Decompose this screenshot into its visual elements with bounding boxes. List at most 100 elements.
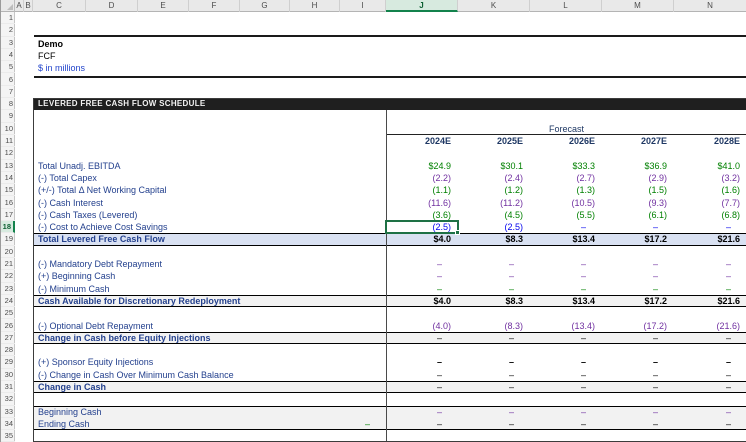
value-cell[interactable]: – — [674, 283, 746, 295]
row-label-cell[interactable]: (-) Cash Taxes (Levered) — [38, 209, 384, 221]
column-header-B[interactable]: B — [24, 0, 33, 12]
value-cell[interactable]: – — [602, 270, 674, 282]
row-header-5[interactable]: 5 — [1, 61, 15, 73]
value-cell[interactable]: $17.2 — [602, 233, 674, 245]
value-cell[interactable]: – — [674, 418, 746, 430]
value-cell[interactable]: – — [386, 356, 458, 368]
row-label-cell[interactable]: Cash Available for Discretionary Redeplo… — [38, 295, 384, 307]
value-cell[interactable]: – — [530, 283, 602, 295]
value-cell[interactable]: – — [674, 369, 746, 381]
value-cell[interactable]: (6.1) — [602, 209, 674, 221]
row-header-2[interactable]: 2 — [1, 24, 15, 36]
row-label-cell[interactable]: (-) Change in Cash Over Minimum Cash Bal… — [38, 369, 384, 381]
column-header-N[interactable]: N — [674, 0, 746, 12]
value-cell[interactable]: (1.3) — [530, 184, 602, 196]
value-cell[interactable]: – — [674, 270, 746, 282]
value-cell[interactable]: – — [530, 258, 602, 270]
row-header-9[interactable]: 9 — [1, 110, 15, 122]
row-header-25[interactable]: 25 — [1, 307, 15, 319]
row-label-cell[interactable]: (-) Cash Interest — [38, 197, 384, 209]
value-cell[interactable]: (8.3) — [458, 320, 530, 332]
year-header-cell[interactable]: 2024E — [386, 135, 458, 147]
value-cell[interactable]: – — [530, 418, 602, 430]
column-header-E[interactable]: E — [138, 0, 189, 12]
value-cell[interactable]: – — [386, 332, 458, 344]
value-cell[interactable]: (1.1) — [386, 184, 458, 196]
value-cell[interactable]: – — [530, 381, 602, 393]
value-cell[interactable]: (1.5) — [602, 184, 674, 196]
row-header-13[interactable]: 13 — [1, 160, 15, 172]
column-header-L[interactable]: L — [530, 0, 602, 12]
row-header-11[interactable]: 11 — [1, 135, 15, 147]
row-label-cell[interactable]: (-) Total Capex — [38, 172, 384, 184]
value-cell[interactable]: (5.5) — [530, 209, 602, 221]
row-header-32[interactable]: 32 — [1, 393, 15, 405]
value-cell[interactable]: $21.6 — [674, 233, 746, 245]
value-cell[interactable]: – — [602, 332, 674, 344]
value-cell[interactable]: $17.2 — [602, 295, 674, 307]
value-cell[interactable]: $21.6 — [674, 295, 746, 307]
value-cell[interactable]: $30.1 — [458, 160, 530, 172]
value-cell[interactable]: (2.4) — [458, 172, 530, 184]
year-header-cell[interactable]: 2026E — [530, 135, 602, 147]
section-header-bar[interactable]: LEVERED FREE CASH FLOW SCHEDULE — [34, 98, 746, 110]
value-cell[interactable]: $13.4 — [530, 295, 602, 307]
value-cell[interactable]: – — [602, 356, 674, 368]
value-cell[interactable]: (2.5) — [458, 221, 530, 233]
select-all-corner[interactable] — [1, 0, 15, 12]
value-cell[interactable]: – — [458, 283, 530, 295]
value-cell[interactable]: – — [386, 258, 458, 270]
row-header-12[interactable]: 12 — [1, 147, 15, 159]
value-cell[interactable]: – — [602, 406, 674, 418]
row-header-14[interactable]: 14 — [1, 172, 15, 184]
row-header-33[interactable]: 33 — [1, 406, 15, 418]
value-cell[interactable]: (3.2) — [674, 172, 746, 184]
value-cell[interactable]: (2.7) — [530, 172, 602, 184]
row-header-10[interactable]: 10 — [1, 123, 15, 135]
row-label-cell[interactable]: (-) Cost to Achieve Cost Savings — [38, 221, 384, 233]
value-cell[interactable]: (2.9) — [602, 172, 674, 184]
row-label-cell[interactable]: Ending Cash — [38, 418, 384, 430]
value-cell[interactable]: – — [458, 418, 530, 430]
value-cell[interactable]: (11.6) — [386, 197, 458, 209]
row-header-29[interactable]: 29 — [1, 356, 15, 368]
value-cell[interactable]: (1.2) — [458, 184, 530, 196]
value-cell[interactable]: – — [458, 332, 530, 344]
row-label-cell[interactable]: Total Levered Free Cash Flow — [38, 233, 384, 245]
row-label-cell[interactable]: Change in Cash before Equity Injections — [38, 332, 384, 344]
row-label-cell[interactable]: (-) Mandatory Debt Repayment — [38, 258, 384, 270]
column-header-C[interactable]: C — [33, 0, 86, 12]
value-cell[interactable]: – — [530, 406, 602, 418]
row-header-35[interactable]: 35 — [1, 430, 15, 442]
value-cell[interactable]: – — [530, 369, 602, 381]
value-cell[interactable]: – — [458, 406, 530, 418]
value-cell[interactable]: – — [386, 369, 458, 381]
row-header-27[interactable]: 27 — [1, 332, 15, 344]
value-cell[interactable]: (21.6) — [674, 320, 746, 332]
row-header-20[interactable]: 20 — [1, 246, 15, 258]
column-header-F[interactable]: F — [189, 0, 240, 12]
forecast-header-cell[interactable]: Forecast — [387, 123, 746, 135]
value-cell[interactable]: – — [458, 381, 530, 393]
value-cell[interactable]: $8.3 — [458, 295, 530, 307]
sheet-name-cell[interactable]: FCF — [34, 50, 746, 62]
column-header-H[interactable]: H — [290, 0, 340, 12]
value-cell[interactable]: – — [386, 270, 458, 282]
value-cell[interactable]: – — [674, 356, 746, 368]
row-header-34[interactable]: 34 — [1, 418, 15, 430]
value-cell[interactable]: – — [602, 381, 674, 393]
value-cell[interactable]: – — [674, 221, 746, 233]
row-header-17[interactable]: 17 — [1, 209, 15, 221]
row-label-cell[interactable]: Change in Cash — [38, 381, 384, 393]
year-header-cell[interactable]: 2025E — [458, 135, 530, 147]
row-header-28[interactable]: 28 — [1, 344, 15, 356]
value-cell[interactable]: (9.3) — [602, 197, 674, 209]
value-cell[interactable]: (2.2) — [386, 172, 458, 184]
value-cell[interactable]: – — [530, 221, 602, 233]
column-header-D[interactable]: D — [86, 0, 138, 12]
value-cell[interactable]: (2.5) — [386, 221, 458, 233]
value-cell[interactable]: $13.4 — [530, 233, 602, 245]
row-label-cell[interactable]: Beginning Cash — [38, 406, 384, 418]
column-header-M[interactable]: M — [602, 0, 674, 12]
row-header-21[interactable]: 21 — [1, 258, 15, 270]
